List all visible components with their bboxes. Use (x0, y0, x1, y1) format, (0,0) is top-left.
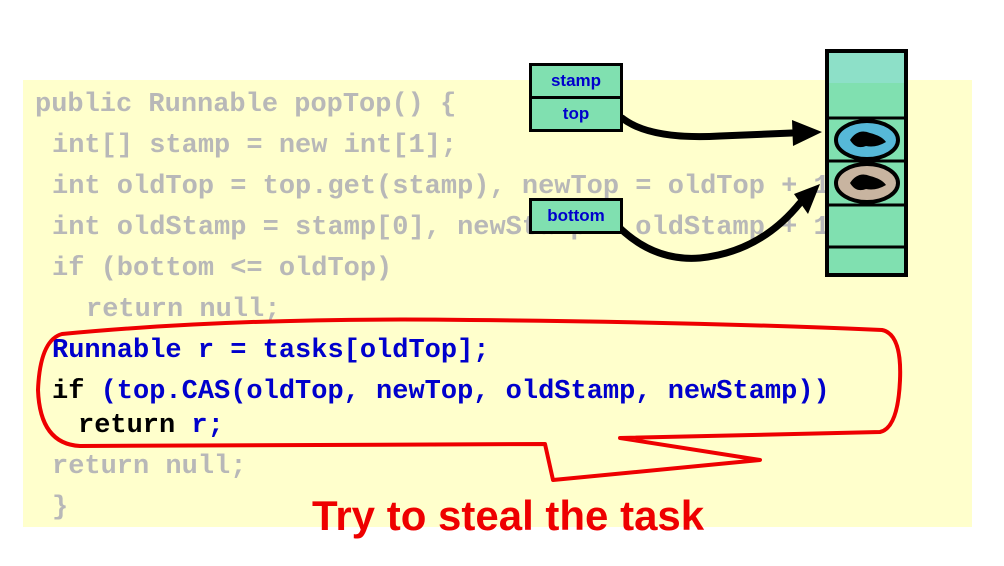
arrow-head-icon (792, 120, 822, 146)
bottom-pointer-arrow (608, 199, 804, 262)
bottom-field: bottom (529, 198, 623, 234)
stamp-field: stamp (529, 63, 623, 99)
top-field: top (529, 96, 623, 132)
deque-top-fill (829, 53, 904, 83)
highlight-callout (36, 317, 903, 482)
top-pointer-arrow (618, 114, 796, 141)
diagram-overlay (36, 49, 908, 482)
caption: Try to steal the task (312, 492, 705, 539)
